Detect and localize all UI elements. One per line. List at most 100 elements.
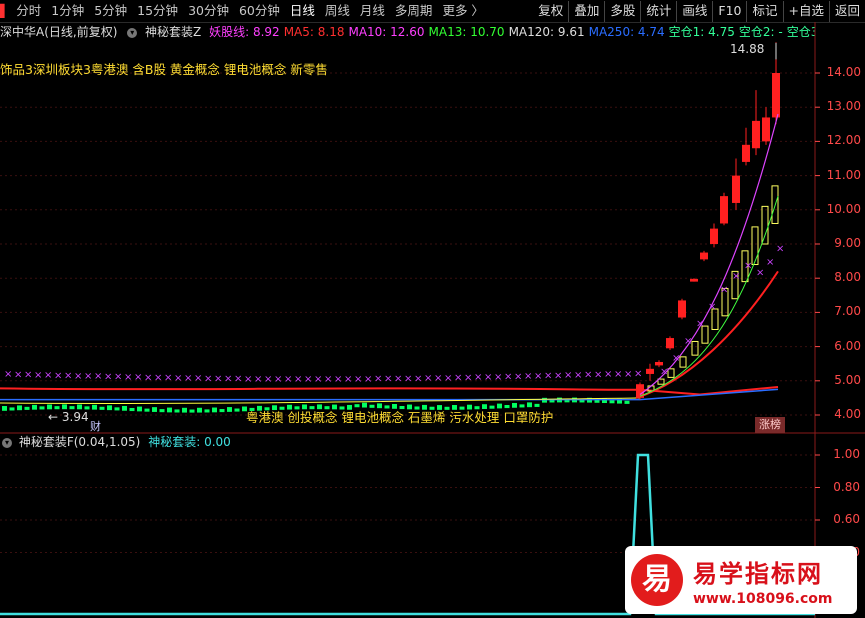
- yao-marker: ×: [514, 371, 522, 382]
- candle: [9, 407, 15, 411]
- watermark-icon: 易: [631, 554, 683, 606]
- yao-marker: ×: [294, 374, 302, 385]
- yao-marker: ×: [174, 373, 182, 384]
- finance-tag[interactable]: 财: [90, 418, 101, 434]
- zhangbang-tag[interactable]: 涨榜: [755, 417, 785, 433]
- yao-marker: ×: [634, 369, 642, 380]
- yao-marker: ×: [14, 369, 22, 380]
- candle-body: [772, 73, 780, 118]
- yao-marker: ×: [364, 374, 372, 385]
- yao-marker: ×: [524, 371, 532, 382]
- sub-indicator-bar: ▾ 神秘套装F(0.04,1.05) 神秘套装: 0.00: [0, 434, 231, 450]
- band-candle: [751, 226, 759, 266]
- candle: [204, 409, 210, 413]
- yao-marker: ×: [424, 373, 432, 384]
- yao-marker: ×: [204, 373, 212, 384]
- price-tick-label: 14.00: [826, 65, 861, 79]
- yao-marker: ×: [104, 371, 112, 382]
- sub-collapse-icon[interactable]: ▾: [2, 437, 12, 448]
- yao-marker: ×: [554, 370, 562, 381]
- candle: [2, 406, 7, 411]
- candle: [24, 406, 30, 410]
- watermark-title: 易学指标网: [693, 559, 823, 588]
- yao-marker: ×: [720, 284, 728, 295]
- candle: [92, 404, 97, 410]
- band-candle: [761, 205, 769, 245]
- yao-marker: ×: [708, 302, 716, 313]
- candle: [174, 409, 180, 413]
- candle: [32, 404, 37, 410]
- sub-tick-label: 0.80: [833, 479, 860, 494]
- band-candle: [691, 340, 699, 356]
- yao-marker: ×: [334, 374, 342, 385]
- sub-indicator-value: 0.00: [204, 435, 231, 449]
- candle-body: [752, 120, 760, 149]
- yao-marker: ×: [154, 373, 162, 384]
- yao-marker: ×: [144, 372, 152, 383]
- price-tick-label: 4.00: [834, 407, 861, 421]
- yao-marker: ×: [184, 373, 192, 384]
- yao-marker: ×: [254, 374, 262, 385]
- candle-body: [655, 361, 663, 366]
- low-price-label: ← 3.94: [48, 410, 89, 424]
- yao-marker: ×: [624, 369, 632, 380]
- price-tick-label: 10.00: [826, 201, 861, 216]
- yao-marker: ×: [414, 373, 422, 384]
- band-candle: [667, 368, 675, 378]
- yao-marker: ×: [54, 370, 62, 381]
- yao-marker: ×: [660, 367, 668, 378]
- candle: [167, 407, 172, 413]
- candle: [62, 404, 67, 410]
- yao-marker: ×: [94, 371, 102, 382]
- candle: [234, 408, 240, 412]
- yao-marker: ×: [234, 374, 242, 385]
- sub-tick-label: 1.00: [833, 447, 860, 461]
- yao-marker: ×: [304, 374, 312, 385]
- candle: [47, 404, 52, 410]
- candle: [152, 407, 157, 412]
- yao-marker: ×: [584, 370, 592, 381]
- yao-marker: ×: [324, 374, 332, 385]
- yao-marker: ×: [766, 257, 774, 268]
- candle: [159, 409, 165, 413]
- yao-marker: ×: [504, 372, 512, 383]
- yao-marker: ×: [114, 372, 122, 383]
- concept-tags-mid: 粤港澳 创投概念 锂电池概念 石墨烯 污水处理 口罩防护: [246, 410, 554, 425]
- candle: [17, 405, 22, 411]
- yao-marker: ×: [434, 373, 442, 384]
- yao-marker: ×: [384, 374, 392, 385]
- yao-marker: ×: [744, 261, 752, 272]
- kline-chart[interactable]: × × × × × × × × × × × × × × × × × × × × × × × × × × × × × × × × × × × × × × × ×…: [0, 0, 865, 618]
- yao-marker: ×: [64, 371, 72, 382]
- candle: [137, 406, 142, 412]
- candle-body: [700, 252, 708, 260]
- yao-marker: ×: [534, 371, 542, 382]
- candle: [189, 409, 195, 413]
- yao-marker: ×: [314, 374, 322, 385]
- price-tick-label: 6.00: [834, 338, 861, 353]
- yao-marker: ×: [244, 374, 252, 385]
- yao-marker: ×: [594, 369, 602, 380]
- watermark-url: www.108096.com: [693, 590, 833, 607]
- yao-marker: ×: [24, 370, 32, 381]
- price-tick-label: 13.00: [826, 99, 861, 114]
- candle: [129, 407, 135, 412]
- price-tick-label: 5.00: [834, 372, 861, 387]
- yao-marker: ×: [264, 374, 272, 385]
- sub-indicator-name[interactable]: 神秘套装F(0.04,1.05): [19, 435, 141, 449]
- candle: [624, 400, 630, 404]
- yao-marker: ×: [614, 369, 622, 380]
- concept-tags-top: 饰品3深圳板块3粤港澳 含B股 黄金概念 锂电池概念 新零售: [0, 62, 328, 77]
- candle: [54, 406, 60, 410]
- yao-marker: ×: [672, 353, 680, 364]
- candle-body: [646, 368, 654, 374]
- candle: [99, 406, 105, 410]
- candle-body: [762, 117, 770, 142]
- yao-marker: ×: [224, 374, 232, 385]
- yao-marker: ×: [604, 369, 612, 380]
- yao-marker: ×: [344, 374, 352, 385]
- yao-marker: ×: [776, 243, 784, 254]
- candle-body: [666, 338, 674, 349]
- price-tick-label: 7.00: [834, 304, 861, 319]
- sub-tick-label: 0.60: [833, 512, 860, 526]
